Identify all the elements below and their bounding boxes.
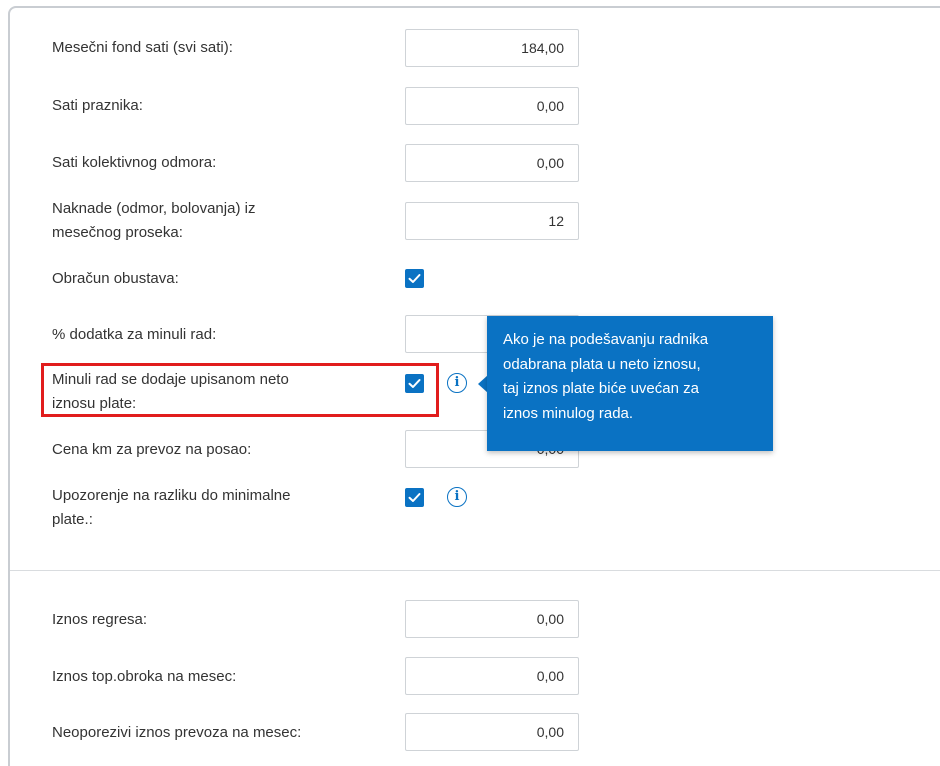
compensation-label: Naknade (odmor, bolovanja) iz mesečnog p…	[52, 197, 382, 245]
tooltip-line: taj iznos plate biće uvećan za	[503, 380, 699, 397]
compensation-label-line2: mesečnog proseka:	[52, 224, 183, 241]
min-wage-warning-label-line2: plate.:	[52, 511, 93, 528]
checkmark-icon	[408, 274, 421, 283]
info-tooltip: Ako je na podešavanju radnika odabrana p…	[487, 316, 773, 451]
monthly-hours-input[interactable]: 184,00	[405, 29, 579, 67]
collective-leave-hours-input[interactable]: 0,00	[405, 144, 579, 182]
compensation-label-line1: Naknade (odmor, bolovanja) iz	[52, 200, 256, 217]
nontaxable-transport-label: Neoporezivi iznos prevoza na mesec:	[52, 724, 302, 741]
vacation-allowance-label: Iznos regresa:	[52, 611, 148, 628]
travel-cost-label: Cena km za prevoz na posao:	[52, 441, 252, 458]
tooltip-line: Ako je na podešavanju radnika	[503, 331, 709, 348]
highlight-box	[41, 363, 439, 417]
section-divider	[10, 570, 940, 571]
min-wage-warning-label: Upozorenje na razliku do minimalne plate…	[52, 484, 382, 532]
tooltip-line: odabrana plata u neto iznosu,	[503, 355, 701, 373]
monthly-hours-label: Mesečni fond sati (svi sati):	[52, 39, 233, 56]
deductions-checkbox[interactable]	[405, 269, 424, 288]
min-wage-warning-label-line1: Upozorenje na razliku do minimalne	[52, 487, 291, 504]
min-wage-warning-checkbox[interactable]	[405, 488, 424, 507]
vacation-allowance-input[interactable]: 0,00	[405, 600, 579, 638]
checkmark-icon	[408, 493, 421, 502]
info-icon[interactable]: i	[447, 487, 467, 507]
info-icon[interactable]: i	[447, 373, 467, 393]
meal-allowance-label: Iznos top.obroka na mesec:	[52, 668, 237, 685]
compensation-input[interactable]: 12	[405, 202, 579, 240]
seniority-percent-label: % dodatka za minuli rad:	[52, 326, 217, 343]
holiday-hours-label: Sati praznika:	[52, 97, 143, 114]
tooltip-line: iznos minulog rada.	[503, 404, 634, 422]
deductions-label: Obračun obustava:	[52, 270, 179, 287]
nontaxable-transport-input[interactable]: 0,00	[405, 713, 579, 751]
holiday-hours-input[interactable]: 0,00	[405, 87, 579, 125]
collective-leave-hours-label: Sati kolektivnog odmora:	[52, 154, 217, 171]
meal-allowance-input[interactable]: 0,00	[405, 657, 579, 695]
